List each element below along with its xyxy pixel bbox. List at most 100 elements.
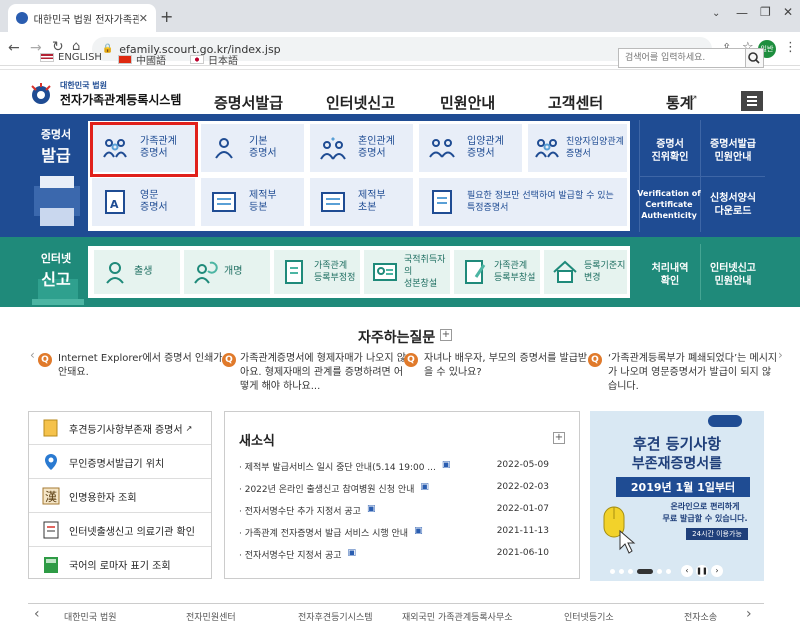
report-name-change[interactable]: 개명 <box>184 250 270 294</box>
pager-dot[interactable] <box>610 568 615 574</box>
side-link-label: 신청서양식 <box>710 193 756 204</box>
quick-link-guardianship[interactable]: 후견등기사항부존재 증명서 ↗ <box>29 412 211 445</box>
gnb-internet-report[interactable]: 인터넷신고 <box>326 92 395 113</box>
gnb-certificate[interactable]: 증명서발급 <box>214 92 283 113</box>
cert-label: 증명서 <box>358 148 386 159</box>
side-link-label: 민원안내 <box>714 276 752 287</box>
footer-link[interactable]: 전자후견등기시스템 <box>298 610 373 623</box>
quick-link-romanization[interactable]: 국어의 로마자 표기 조회 <box>29 548 211 581</box>
close-tab-icon[interactable]: ✕ <box>139 12 148 25</box>
report-register-creation[interactable]: 가족관계 등록부창설 <box>454 250 540 294</box>
faq-item[interactable]: ‘가족관계등록부가 폐쇄되었다’는 메시지가 나오며 영문증명서가 발급이 되지… <box>608 352 778 394</box>
gnb-customer-center[interactable]: 고객센터 <box>548 92 603 113</box>
faq-q-icon: Q <box>404 353 418 367</box>
pager-dot[interactable] <box>666 568 671 574</box>
search-button[interactable] <box>746 48 764 68</box>
news-item[interactable]: · 가족관계 전자증명서 발급 서비스 시행 안내 ▣ 2021-11-13 <box>239 526 565 539</box>
guardianship-banner[interactable]: 후견 등기사항 부존재증명서를 2019년 1월 1일부터 온라인으로 편리하게… <box>590 411 764 581</box>
cert-adoption[interactable]: 입양관계 증명서 <box>419 124 522 172</box>
process-history-link[interactable]: 처리내역 확인 <box>640 262 700 288</box>
faq-prev-arrow[interactable]: ‹ <box>30 348 35 362</box>
net-label: 등록기준지 <box>584 261 626 271</box>
form-download-link[interactable]: 신청서양식 다운로드 <box>702 192 764 218</box>
footer-next-arrow[interactable]: › <box>746 606 752 622</box>
verification-english-link[interactable]: Verification of Certificate Authenticity <box>636 188 702 221</box>
cert-removed-register-full[interactable]: 제적부 등본 <box>201 178 304 226</box>
news-item[interactable]: · 전자서명수단 지정서 공고 ▣ 2021-06-10 <box>239 548 565 561</box>
lang-english[interactable]: ENGLISH <box>40 52 102 63</box>
close-window-icon[interactable]: ✕ <box>783 5 793 19</box>
quick-link-hanja[interactable]: 漢 인명용한자 조회 <box>29 480 211 513</box>
pager-dot[interactable] <box>657 568 662 574</box>
lang-japanese-label: 日本語 <box>208 56 238 67</box>
quick-links-panel: 후견등기사항부존재 증명서 ↗ 무인증명서발급기 위치 漢 인명용한자 조회 인… <box>28 411 212 579</box>
faq-next-arrow[interactable]: › <box>778 348 783 362</box>
back-icon[interactable]: ← <box>8 40 20 56</box>
cert-label: 증명서 <box>249 148 277 159</box>
faq-item[interactable]: Internet Explorer에서 증명서 인쇄가 안돼요. <box>58 352 228 380</box>
restore-icon[interactable]: ❐ <box>760 5 771 19</box>
tab-search-icon[interactable]: ⌄ <box>712 8 720 19</box>
banner-prev-button[interactable]: ‹ <box>681 565 693 577</box>
pager-dot[interactable] <box>628 568 633 574</box>
report-birth[interactable]: 출생 <box>94 250 180 294</box>
logo-main-text: 전자가족관계등록시스템 <box>60 93 182 107</box>
svg-text:A: A <box>110 198 119 211</box>
news-item[interactable]: · 전자서명수단 추가 지정서 공고 ▣ 2022-01-07 <box>239 504 565 517</box>
net-label: 등록부정정 <box>314 273 356 283</box>
cert-civil-guide-link[interactable]: 증명서발급 민원안내 <box>702 138 764 164</box>
quick-link-hospital-check[interactable]: 인터넷출생신고 의료기관 확인 <box>29 514 211 547</box>
footer-link[interactable]: 전자소송 <box>684 610 717 623</box>
new-tab-icon[interactable]: + <box>160 7 173 26</box>
footer-prev-arrow[interactable]: ‹ <box>34 606 40 622</box>
report-register-correction[interactable]: 가족관계 등록부정정 <box>274 250 360 294</box>
report-surname-creation[interactable]: 국적취득자의 성본창설 <box>364 250 450 294</box>
quick-link-kiosk-location[interactable]: 무인증명서발급기 위치 <box>29 446 211 479</box>
cert-removed-register-abstract[interactable]: 제적부 초본 <box>310 178 413 226</box>
all-menu-button[interactable] <box>741 91 763 111</box>
faq-item[interactable]: 자녀나 배우자, 부모의 증명서를 발급받을 수 있나요? <box>424 352 594 380</box>
lang-japanese[interactable]: 日本語 <box>190 52 238 67</box>
cert-label: 등본 <box>249 202 268 213</box>
internet-band-title-1: 인터넷 <box>40 252 72 265</box>
cert-marriage[interactable]: 혼인관계 증명서 <box>310 124 413 172</box>
logo-top-text: 대한민국 법원 <box>60 81 107 90</box>
browser-tab[interactable]: 대한민국 법원 전자가족관계등록 ✕ <box>8 4 156 32</box>
search-icon <box>748 52 760 64</box>
site-logo[interactable]: 대한민국 법원 전자가족관계등록시스템 <box>28 80 181 108</box>
net-label: 성본창설 <box>404 279 438 289</box>
gnb-civil-guide[interactable]: 민원안내 <box>440 92 495 113</box>
cert-specific[interactable]: 필요한 정보만 선택하여 발급할 수 있는 특정증명서 <box>419 178 627 226</box>
menu-kebab-icon[interactable]: ⋮ <box>784 40 797 55</box>
footer-link[interactable]: 전자민원센터 <box>186 610 236 623</box>
cert-label: 증명서 <box>566 149 591 159</box>
banner-pause-button[interactable]: ❚❚ <box>696 565 708 577</box>
lang-chinese[interactable]: 中國語 <box>118 52 166 67</box>
report-base-address-change[interactable]: 등록기준지변경 <box>544 250 627 294</box>
net-label: 변경 <box>584 273 601 283</box>
id-card-icon <box>373 263 397 281</box>
cert-english[interactable]: A 영문 증명서 <box>92 178 195 226</box>
footer-link[interactable]: 인터넷등기소 <box>564 610 614 623</box>
us-flag-icon <box>40 53 54 62</box>
footer-link[interactable]: 재외국민 가족관계등록사무소 <box>402 610 513 623</box>
net-label: 가족관계 <box>494 261 528 271</box>
cert-label: 필요한 정보만 선택하여 발급할 수 있는 <box>467 191 614 201</box>
news-item[interactable]: · 2022년 온라인 출생신고 참여병원 신청 안내 ▣ 2022-02-03 <box>239 482 565 495</box>
footer-link[interactable]: 대한민국 법원 <box>64 610 117 623</box>
banner-next-button[interactable]: › <box>711 565 723 577</box>
hamburger-icon <box>747 96 757 106</box>
pager-dot-active[interactable] <box>637 568 653 574</box>
cert-label: 제적부 <box>249 190 277 201</box>
search-input[interactable] <box>618 48 746 68</box>
verify-certificate-link[interactable]: 증명서 진위확인 <box>640 138 700 164</box>
news-more-button[interactable]: + <box>553 432 565 444</box>
pager-dot[interactable] <box>619 568 624 574</box>
cert-basic[interactable]: 기본 증명서 <box>201 124 304 172</box>
internet-report-guide-link[interactable]: 인터넷신고 민원안내 <box>702 262 764 288</box>
cert-full-adoption[interactable]: 친양자입양관계 증명서 <box>528 124 627 172</box>
minimize-icon[interactable]: — <box>736 6 748 20</box>
faq-more-button[interactable]: + <box>440 329 452 341</box>
news-item[interactable]: · 제적부 발급서비스 일시 중단 안내(5.14 19:00 ... ▣ 20… <box>239 460 565 473</box>
faq-item[interactable]: 가족관계증명서에 형제자매가 나오지 않아요. 형제자매의 관계를 증명하려면 … <box>240 352 410 394</box>
